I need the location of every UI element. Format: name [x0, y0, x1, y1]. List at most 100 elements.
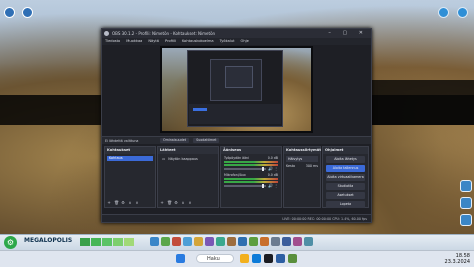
- steam-icon[interactable]: [276, 254, 285, 263]
- road-icon[interactable]: [150, 237, 159, 246]
- electricity-icon[interactable]: [194, 237, 203, 246]
- move-up-icon[interactable]: ∧: [128, 201, 132, 205]
- move-down-icon[interactable]: ∨: [135, 201, 139, 205]
- population-bar: [80, 238, 134, 246]
- obs-app-icon: [104, 31, 109, 36]
- mic-label: Mikrofoni/Aux 0.0 dB: [221, 173, 281, 177]
- preview-nested-obs: [187, 50, 283, 127]
- mixer-dock-title: Ääniseos: [221, 147, 281, 154]
- sources-toolbar: + 🗑 ⚙ ∧ ∨: [160, 201, 192, 205]
- mic-name: Mikrofoni/Aux: [224, 173, 246, 177]
- source-settings-icon[interactable]: ⚙: [174, 201, 178, 205]
- filters-button[interactable]: Suodattimet: [193, 138, 220, 143]
- window-controls[interactable]: – ▢ ✕: [328, 29, 368, 38]
- mic-menu-icon[interactable]: ⋮: [274, 184, 278, 188]
- obs-preview[interactable]: [160, 46, 313, 133]
- game-bottom-bar: ⚙ MEGALOPOLIS: [0, 234, 474, 251]
- menu-profile[interactable]: Profiili: [165, 38, 176, 45]
- settings-button[interactable]: Asetukset: [326, 192, 365, 199]
- taskbar-search[interactable]: Haku: [196, 254, 234, 263]
- source-up-icon[interactable]: ∧: [181, 201, 185, 205]
- game-tool-trash-icon[interactable]: [460, 214, 472, 226]
- scene-settings-icon[interactable]: ⚙: [121, 201, 125, 205]
- zoning-icon[interactable]: [161, 237, 170, 246]
- landscape-icon[interactable]: [271, 237, 280, 246]
- menu-edit[interactable]: Muokkaa: [126, 38, 142, 45]
- transition-select[interactable]: Häivytys: [286, 156, 318, 162]
- monitor-icon: ▭: [162, 157, 166, 161]
- game-settings-icon[interactable]: [457, 7, 468, 18]
- game-info-icon[interactable]: [22, 7, 34, 18]
- obs-titlebar[interactable]: OBS 30.1.2 - Profili: Nimetön - Kohtauks…: [102, 29, 371, 38]
- mixer-menu-icon[interactable]: ⋮: [274, 167, 278, 171]
- water-icon[interactable]: [183, 237, 192, 246]
- start-streaming-button[interactable]: Aloita lähetys: [326, 156, 365, 163]
- start-virtual-camera-button[interactable]: Aloita virtuaalikamera: [326, 174, 365, 181]
- menu-file[interactable]: Tiedosto: [105, 38, 120, 45]
- start-icon[interactable]: [176, 254, 185, 263]
- scene-item[interactable]: Kohtaus: [107, 156, 153, 161]
- mic-meter: [224, 178, 278, 180]
- source-down-icon[interactable]: ∨: [188, 201, 192, 205]
- file-explorer-icon[interactable]: [240, 254, 249, 263]
- game-right-toolbar: [460, 180, 472, 231]
- studio-mode-button[interactable]: Studiotila: [326, 183, 365, 190]
- obs-window: OBS 30.1.2 - Profili: Nimetön - Kohtauks…: [101, 28, 372, 223]
- transport-icon[interactable]: [260, 237, 269, 246]
- taskbar-clock[interactable]: 18.58 23.3.2024: [436, 253, 470, 265]
- game-tool-camera-icon[interactable]: [460, 197, 472, 209]
- health-icon[interactable]: [216, 237, 225, 246]
- scenes-dock: Kohtaukset Kohtaus + 🗑 ⚙ ∧ ∨: [104, 146, 156, 208]
- game-menu-icon[interactable]: [4, 7, 15, 18]
- mic-speaker-icon[interactable]: 🔊: [268, 184, 273, 188]
- menu-scene-collection[interactable]: Kohtauskokoelma: [182, 38, 214, 45]
- edge-icon[interactable]: [252, 254, 261, 263]
- os-taskbar: Haku 18.58 23.3.2024: [0, 250, 474, 267]
- desktop-audio-controls: 🔊 ⋮: [224, 167, 278, 171]
- source-item[interactable]: ▭ Näytön kaappaus: [160, 157, 216, 162]
- desktop-audio-level: 0.0 dB: [267, 156, 278, 160]
- context-label: Ei lähdettä valittuna: [105, 139, 139, 143]
- game-photo-icon[interactable]: [437, 7, 449, 18]
- area-icon[interactable]: [282, 237, 291, 246]
- game-tool-info-icon[interactable]: [460, 180, 472, 192]
- start-recording-button[interactable]: Aloita tallennus: [326, 165, 365, 172]
- desktop-audio-slider[interactable]: [224, 167, 266, 171]
- menu-tools[interactable]: Työkalut: [220, 38, 235, 45]
- source-item-label: Näytön kaappaus: [168, 157, 198, 161]
- controls-dock-title: Ohjaimet: [323, 147, 368, 154]
- duration-label: Kesto: [286, 164, 296, 168]
- transitions-dock: Kohtaussiirtymät Häivytys Kesto 300 ms: [283, 146, 321, 208]
- remove-source-icon[interactable]: 🗑: [167, 201, 172, 205]
- speaker-icon[interactable]: 🔊: [268, 167, 273, 171]
- education-icon[interactable]: [205, 237, 214, 246]
- duration-row: Kesto 300 ms: [284, 164, 320, 168]
- duration-input[interactable]: 300 ms: [306, 164, 318, 168]
- scenes-dock-title: Kohtaukset: [105, 147, 155, 154]
- add-scene-icon[interactable]: +: [107, 201, 111, 205]
- game-taskbar-icon[interactable]: [288, 254, 297, 263]
- game-tool-icons: [150, 237, 313, 246]
- signature-icon[interactable]: [293, 237, 302, 246]
- game-city-icon[interactable]: ⚙: [4, 236, 17, 249]
- preview-nested-docks: [189, 104, 281, 124]
- audio-mixer-dock: Ääniseos Työpöydän ääni 0.0 dB 🔊 ⋮ Mikro…: [220, 146, 282, 208]
- desktop-audio-meter-2: [224, 164, 278, 166]
- desktop-audio-meter: [224, 161, 278, 163]
- police-icon[interactable]: [238, 237, 247, 246]
- fire-icon[interactable]: [172, 237, 181, 246]
- bulldozer-icon[interactable]: [304, 237, 313, 246]
- obs-taskbar-icon[interactable]: [264, 254, 273, 263]
- context-bar: Ei lähdettä valittuna Ominaisuudet Suoda…: [102, 136, 371, 144]
- remove-scene-icon[interactable]: 🗑: [114, 201, 119, 205]
- menu-help[interactable]: Ohje: [240, 38, 248, 45]
- properties-button[interactable]: Ominaisuudet: [160, 138, 190, 143]
- exit-button[interactable]: Lopeta: [326, 201, 365, 208]
- park-icon[interactable]: [249, 237, 258, 246]
- add-source-icon[interactable]: +: [160, 201, 164, 205]
- game-top-right-hud: [435, 3, 468, 22]
- garbage-icon[interactable]: [227, 237, 236, 246]
- mic-slider[interactable]: [224, 184, 266, 188]
- menu-view[interactable]: Näytä: [148, 38, 159, 45]
- preview-nested-obs-2: [210, 59, 262, 101]
